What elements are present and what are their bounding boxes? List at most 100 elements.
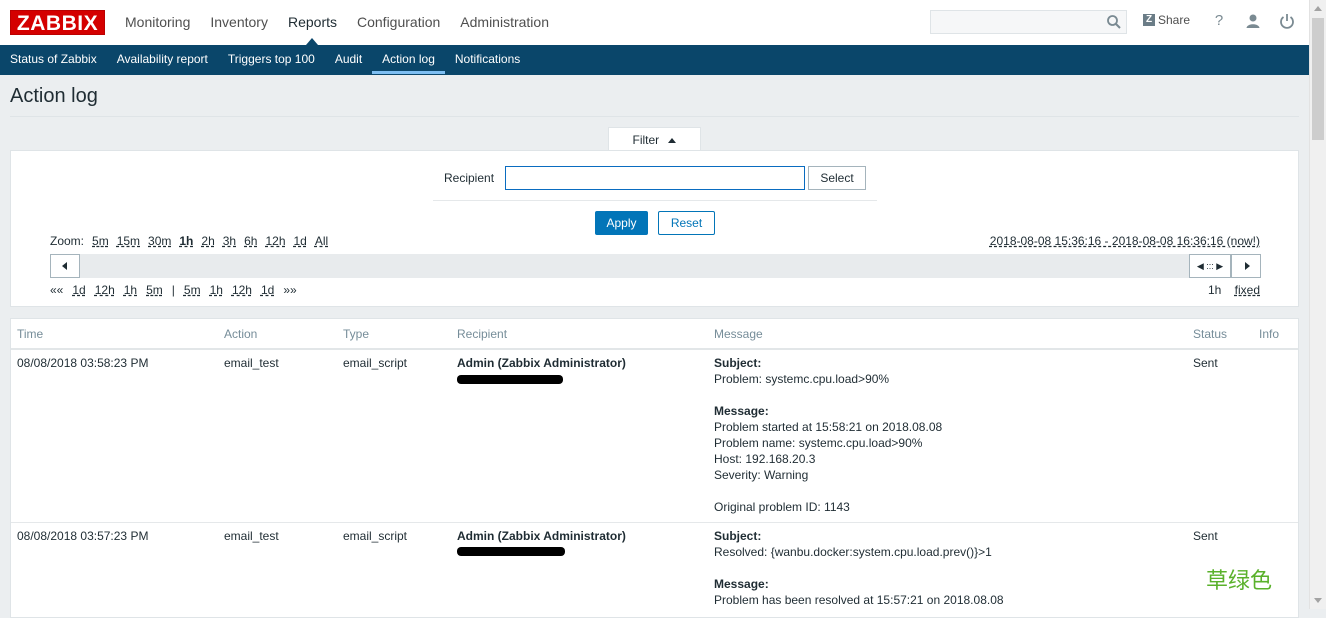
row-message: Subject: Resolved: {wanbu.docker:system.… — [714, 528, 1004, 608]
fwd-1d[interactable]: 1d — [261, 283, 274, 297]
scroll-down-icon[interactable] — [1314, 598, 1322, 603]
row-time: 08/08/2018 03:57:23 PM — [17, 529, 149, 543]
scroll-thumb[interactable] — [1312, 18, 1324, 140]
nav-configuration[interactable]: Configuration — [347, 0, 450, 45]
zoom-3h[interactable]: 3h — [223, 234, 236, 248]
user-icon[interactable] — [1244, 12, 1262, 30]
period-fixed-row: 1h fixed — [1208, 283, 1260, 297]
apply-button[interactable]: Apply — [595, 211, 648, 235]
nav-inventory[interactable]: Inventory — [200, 0, 278, 45]
zoom-30m[interactable]: 30m — [148, 234, 171, 248]
fixed-toggle[interactable]: fixed — [1235, 283, 1260, 297]
back-12h[interactable]: 12h — [95, 283, 115, 297]
sub-nav: Status of Zabbix Availability report Tri… — [0, 45, 1309, 75]
col-type: Type — [343, 327, 370, 341]
zoom-5m[interactable]: 5m — [92, 234, 109, 248]
message-line: Original problem ID: 1143 — [714, 500, 850, 514]
logout-icon[interactable] — [1278, 12, 1296, 30]
period-length: 1h — [1207, 283, 1222, 297]
recipient-label: Recipient — [444, 171, 495, 185]
zoom-all[interactable]: All — [315, 234, 328, 248]
action-log-table: Time Action Type Recipient Message Statu… — [10, 318, 1299, 618]
back-start-link[interactable]: «« — [50, 283, 63, 297]
subject-label: Subject: — [714, 356, 762, 370]
row-message: Subject: Problem: systemc.cpu.load>90% M… — [714, 355, 942, 515]
fwd-1h[interactable]: 1h — [210, 283, 223, 297]
nav-monitoring[interactable]: Monitoring — [115, 0, 200, 45]
search-icon[interactable] — [1106, 14, 1122, 30]
subnav-triggers-top-100[interactable]: Triggers top 100 — [218, 45, 325, 75]
subject-label: Subject: — [714, 529, 762, 543]
subnav-action-log[interactable]: Action log — [372, 45, 445, 75]
back-5m[interactable]: 5m — [146, 283, 163, 297]
row-type: email_script — [343, 356, 408, 370]
share-label: Share — [1158, 13, 1191, 27]
filter-divider — [433, 200, 877, 201]
fwd-5m[interactable]: 5m — [184, 283, 201, 297]
scroll-up-icon[interactable] — [1314, 6, 1322, 11]
message-label: Message: — [714, 577, 769, 591]
row-recipient: Admin (Zabbix Administrator) — [457, 356, 626, 370]
message-line: Problem has been resolved at 15:57:21 on… — [714, 593, 1004, 607]
col-status: Status — [1193, 327, 1228, 341]
global-search — [930, 10, 1127, 34]
timeline-scrollbar[interactable]: ◀ ::: ▶ — [50, 254, 1261, 278]
subnav-notifications[interactable]: Notifications — [445, 45, 530, 75]
timeline-handle[interactable]: ◀ ::: ▶ — [1189, 254, 1231, 278]
nav-administration[interactable]: Administration — [450, 0, 559, 45]
time-range[interactable]: 2018-08-08 15:36:16 - 2018-08-08 16:36:1… — [990, 234, 1260, 248]
title-divider — [10, 116, 1299, 117]
period-separator: | — [171, 283, 175, 297]
subnav-status-of-zabbix[interactable]: Status of Zabbix — [0, 45, 107, 75]
nav-reports[interactable]: Reports — [278, 0, 347, 45]
subject-text: Resolved: {wanbu.docker:system.cpu.load.… — [714, 545, 992, 559]
subnav-audit[interactable]: Audit — [325, 45, 372, 75]
row-divider — [11, 522, 1298, 523]
col-time[interactable]: Time — [17, 327, 43, 341]
page-title: Action log — [10, 85, 98, 107]
fwd-end-link[interactable]: »» — [283, 283, 296, 297]
message-line: Problem name: systemc.cpu.load>90% — [714, 436, 923, 450]
watermark-text: 草绿色 — [1206, 568, 1273, 593]
period-nav-row: «« 1d 12h 1h 5m | 5m 1h 12h 1d »» — [50, 283, 306, 297]
zabbix-logo[interactable]: ZABBIX — [10, 10, 105, 35]
select-button[interactable]: Select — [808, 166, 866, 190]
subnav-availability-report[interactable]: Availability report — [107, 45, 218, 75]
zoom-label: Zoom: — [50, 234, 85, 248]
filter-tab[interactable]: Filter — [608, 127, 701, 151]
help-icon[interactable]: ? — [1210, 12, 1228, 30]
zoom-12h[interactable]: 12h — [265, 234, 285, 248]
vertical-scrollbar[interactable] — [1309, 0, 1326, 609]
share-button[interactable]: Z Share — [1143, 13, 1190, 27]
search-input[interactable] — [931, 11, 1113, 33]
row-time: 08/08/2018 03:58:23 PM — [17, 356, 149, 370]
subject-text: Problem: systemc.cpu.load>90% — [714, 372, 890, 386]
message-label: Message: — [714, 404, 769, 418]
timeline-left-button[interactable] — [50, 254, 80, 278]
message-line: Host: 192.168.20.3 — [714, 452, 816, 466]
zoom-1h[interactable]: 1h — [179, 234, 193, 248]
message-line: Problem started at 15:58:21 on 2018.08.0… — [714, 420, 943, 434]
recipient-input[interactable] — [505, 166, 805, 190]
zoom-row: Zoom: 5m 15m 30m 1h 2h 3h 6h 12h 1d All — [50, 234, 328, 248]
col-action: Action — [224, 327, 258, 341]
back-1h[interactable]: 1h — [124, 283, 137, 297]
zoom-1d[interactable]: 1d — [294, 234, 307, 248]
zoom-15m[interactable]: 15m — [117, 234, 140, 248]
row-action: email_test — [224, 356, 279, 370]
zoom-2h[interactable]: 2h — [201, 234, 214, 248]
status-badge: Sent — [1193, 529, 1218, 543]
row-action: email_test — [224, 529, 279, 543]
filter-tab-label: Filter — [632, 133, 660, 147]
zoom-6h[interactable]: 6h — [244, 234, 257, 248]
fwd-12h[interactable]: 12h — [232, 283, 252, 297]
reset-button[interactable]: Reset — [658, 211, 715, 235]
timeline-right-button[interactable] — [1231, 254, 1261, 278]
filter-panel: Recipient Select Apply Reset Zoom: 5m 15… — [10, 150, 1299, 307]
top-bar: ZABBIX Monitoring Inventory Reports Conf… — [0, 0, 1309, 45]
share-icon: Z — [1143, 14, 1155, 26]
row-recipient: Admin (Zabbix Administrator) — [457, 529, 626, 543]
header-divider — [11, 348, 1298, 350]
main-nav: Monitoring Inventory Reports Configurati… — [115, 0, 559, 45]
back-1d[interactable]: 1d — [72, 283, 85, 297]
